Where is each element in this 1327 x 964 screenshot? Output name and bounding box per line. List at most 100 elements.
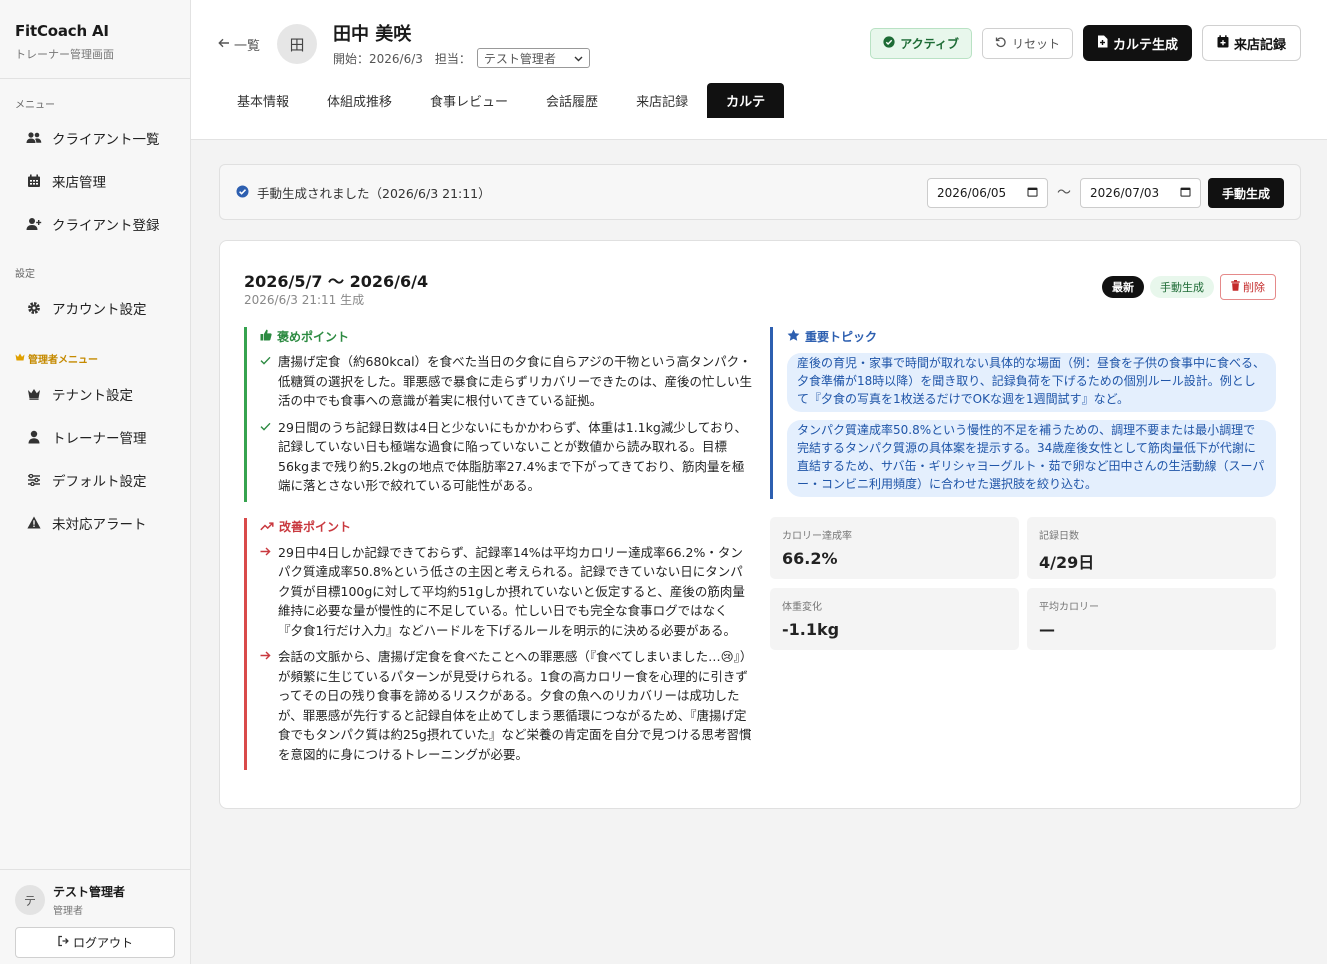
karte-generate-button[interactable]: カルテ生成 [1082,25,1192,61]
trash-icon [1231,280,1240,294]
back-link[interactable]: 一覧 [218,35,260,54]
arrow-right-icon [260,543,272,641]
reset-button[interactable]: リセット [981,27,1073,59]
avatar: テ [15,885,45,915]
stat-label: 体重変化 [782,602,822,613]
karte-generate-label: カルテ生成 [1112,37,1178,53]
client-header: 一覧 田 田中 美咲 開始：2026/6/3 担当： テスト管理者 アクティブ … [191,0,1327,140]
good-points-label: 褒めポイント [277,329,350,344]
logout-button[interactable]: ログアウト [15,927,175,958]
tab-visit-records[interactable]: 来店記録 [617,83,707,118]
crown-small-icon [15,353,25,364]
improve-points-title: 改善ポイント [260,518,752,536]
important-topics-block: 重要トピック 産後の育児・家事で時間が取れない具体的な場面（例：昼食を子供の食事… [770,327,1276,499]
logout-icon [57,935,69,950]
calendar-icon [26,173,42,189]
karte-period: 2026/5/7 〜 2026/6/4 [244,272,429,291]
settings-section-label: 設定 [15,269,35,280]
sidebar-item-tenant-settings[interactable]: テナント設定 [0,372,190,415]
sidebar-footer: テ テスト管理者 管理者 ログアウト [0,869,190,964]
tab-meal-review[interactable]: 食事レビュー [411,83,527,118]
sidebar-item-label: 未対応アラート [52,516,147,533]
calendar-icon [1027,186,1038,200]
stat-label: 記録日数 [1039,531,1079,542]
improve-point-text: 会話の文脈から、唐揚げ定食を食べたことへの罪悪感（『食べてしまいました…😢』）が… [278,649,752,762]
gear-icon [26,300,42,316]
delete-label: 削除 [1243,281,1265,294]
sidebar-item-alerts[interactable]: 未対応アラート [0,501,190,544]
sidebar-item-account-settings[interactable]: アカウント設定 [0,286,190,329]
sidebar-item-label: クライアント登録 [52,217,160,234]
stats-grid: カロリー達成率 66.2% 記録日数 4/29日 体重変化 -1.1kg 平均カ… [770,517,1276,650]
trend-up-icon [260,520,274,534]
arrow-right-icon [260,647,272,764]
stat-value: -1.1kg [782,620,840,639]
brand: FitCoach AI トレーナー管理画面 [0,0,190,79]
start-date: 開始：2026/6/3 [333,51,423,66]
stat-average-calorie: 平均カロリー — [1027,588,1276,650]
list-item: 唐揚げ定食（約680kcal）を食べた当日の夕食に自らアジの干物という高タンパク… [260,352,752,411]
delete-button[interactable]: 削除 [1220,274,1276,300]
sidebar-item-label: 来店管理 [52,174,106,191]
sidebar: FitCoach AI トレーナー管理画面 メニュー クライアント一覧 来店管理… [0,0,191,964]
sidebar-item-label: アカウント設定 [52,301,147,318]
arrow-left-icon [218,37,230,52]
tab-basic-info[interactable]: 基本情報 [218,83,308,118]
sidebar-item-visits[interactable]: 来店管理 [0,159,190,202]
sliders-icon [26,472,42,488]
client-avatar: 田 [277,24,317,64]
users-icon [26,130,42,146]
list-item: 29日間のうち記録日数は4日と少ないにもかかわらず、体重は1.1kg減少しており… [260,418,752,496]
sidebar-item-label: デフォルト設定 [52,473,147,490]
tab-karte[interactable]: カルテ [707,83,785,118]
menu-section-label: メニュー [15,100,55,111]
check-icon [260,352,272,411]
improve-points-block: 改善ポイント 29日中4日しか記録できておらず、記録率14%は平均カロリー達成率… [244,517,752,770]
visit-record-label: 来店記録 [1233,37,1286,53]
stat-record-days: 記録日数 4/29日 [1027,517,1276,579]
topic-item: 産後の育児・家事で時間が取れない具体的な場面（例：昼食を子供の食事中に食べる、夕… [787,353,1276,412]
calendar-icon [1180,186,1191,200]
client-tabs: 基本情報 体組成推移 食事レビュー 会話履歴 来店記録 カルテ [218,83,785,118]
check-circle-icon [236,185,249,201]
chevron-down-icon [574,51,583,65]
check-circle-icon [883,35,895,51]
logout-label: ログアウト [72,936,133,950]
stat-value: 4/29日 [1039,553,1095,572]
date-to-input[interactable]: 2026/07/03 [1080,178,1201,208]
list-item: 会話の文脈から、唐揚げ定食を食べたことへの罪悪感（『食べてしまいました…😢』）が… [260,647,752,764]
sidebar-item-trainer-management[interactable]: トレーナー管理 [0,415,190,458]
calendar-plus-icon [1217,34,1229,52]
manual-generate-button[interactable]: 手動生成 [1208,178,1284,208]
important-topics-label: 重要トピック [805,329,878,344]
good-point-text: 唐揚げ定食（約680kcal）を食べた当日の夕食に自らアジの干物という高タンパク… [278,354,753,408]
topics-column: 重要トピック 産後の育児・家事で時間が取れない具体的な場面（例：昼食を子供の食事… [770,327,1276,650]
generation-status: 手動生成されました（2026/6/3 21:11） [236,183,491,202]
sidebar-item-register[interactable]: クライアント登録 [0,202,190,245]
file-plus-icon [1097,35,1108,52]
reset-label: リセット [1011,36,1060,51]
user-icon [26,429,42,445]
good-point-text: 29日間のうち記録日数は4日と少ないにもかかわらず、体重は1.1kg減少しており… [278,419,748,494]
stat-weight-change: 体重変化 -1.1kg [770,588,1019,650]
stat-label: カロリー達成率 [782,531,852,542]
admin-section-label: 管理者メニュー [0,351,190,366]
visit-record-button[interactable]: 来店記録 [1201,25,1301,61]
tab-conversation-history[interactable]: 会話履歴 [527,83,617,118]
client-name: 田中 美咲 [333,24,412,45]
header-actions: アクティブ リセット カルテ生成 来店記録 [870,25,1301,61]
good-points-title: 褒めポイント [260,327,752,345]
sidebar-item-default-settings[interactable]: デフォルト設定 [0,458,190,501]
sidebar-item-label: クライアント一覧 [52,131,160,148]
tab-body-composition[interactable]: 体組成推移 [308,83,411,118]
date-separator: 〜 [1057,185,1071,201]
date-from-input[interactable]: 2026/06/05 [927,178,1048,208]
karte-generated-at: 2026/6/3 21:11 生成 [244,293,365,307]
stat-value: 66.2% [782,549,838,568]
assignee-select[interactable]: テスト管理者 [476,48,590,68]
stat-value: — [1039,620,1055,639]
sidebar-item-clients[interactable]: クライアント一覧 [0,116,190,159]
manual-badge: 手動生成 [1150,276,1214,298]
sidebar-item-label: トレーナー管理 [52,430,147,447]
karte-card: 2026/5/7 〜 2026/6/4 2026/6/3 21:11 生成 最新… [219,240,1301,809]
